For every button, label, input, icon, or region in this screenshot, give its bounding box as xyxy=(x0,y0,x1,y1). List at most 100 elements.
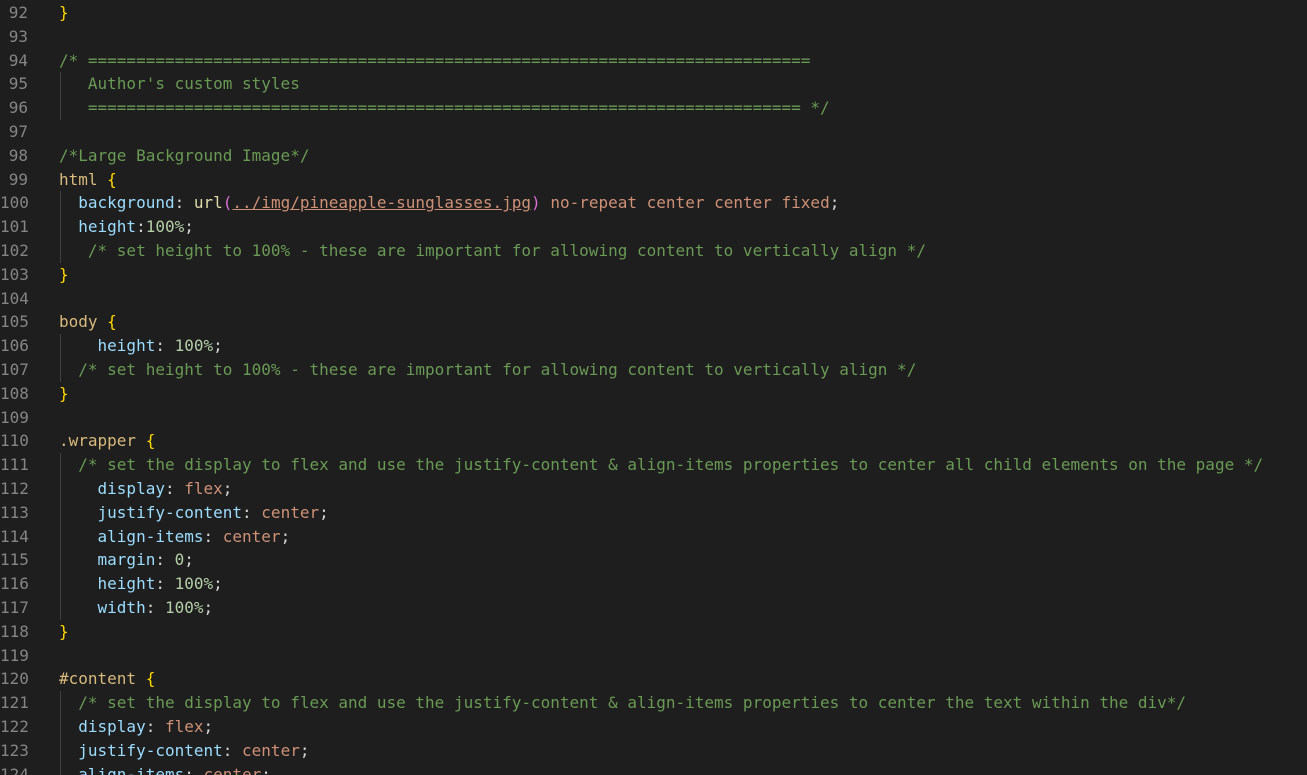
code-text[interactable]: /* set the display to flex and use the j… xyxy=(59,691,1307,715)
code-text[interactable]: background: url(../img/pineapple-sunglas… xyxy=(59,191,1307,215)
code-line[interactable]: 94 /* ===================================… xyxy=(0,49,1307,73)
code-text[interactable]: /* set height to 100% - these are import… xyxy=(59,358,1307,382)
code-line[interactable]: 93 xyxy=(0,25,1307,49)
code-token: ../img/pineapple-sunglasses.jpg xyxy=(232,193,532,213)
code-token: align-items xyxy=(97,526,204,546)
code-line[interactable]: 97 xyxy=(0,120,1307,144)
code-token: ; xyxy=(319,502,329,522)
code-line[interactable]: 116 height: 100%; xyxy=(0,572,1307,596)
code-token: width xyxy=(97,597,146,617)
code-text[interactable]: /* set height to 100% - these are import… xyxy=(59,239,1307,263)
code-text[interactable]: } xyxy=(59,263,1307,287)
code-line[interactable]: 117 width: 100%; xyxy=(0,595,1307,620)
code-text[interactable]: margin: 0; xyxy=(59,548,1307,572)
code-line[interactable]: 121 /* set the display to flex and use t… xyxy=(0,691,1307,715)
code-text[interactable]: display: flex; xyxy=(59,477,1307,501)
code-text[interactable]: height:100%; xyxy=(59,215,1307,239)
code-text[interactable]: } xyxy=(59,382,1307,406)
code-token: ; xyxy=(203,716,214,736)
code-text[interactable]: #content { xyxy=(59,667,1307,691)
code-token: { xyxy=(107,312,117,332)
code-text[interactable]: justify-content: center; xyxy=(59,501,1307,525)
code-token: flex xyxy=(184,478,223,498)
code-token: ; xyxy=(213,574,223,594)
code-line[interactable]: 100 background: url(../img/pineapple-sun… xyxy=(0,191,1307,216)
code-line[interactable]: 104 xyxy=(0,287,1307,311)
code-line[interactable]: 124 align-items: center; xyxy=(0,762,1307,775)
code-line[interactable]: 115 margin: 0; xyxy=(0,548,1307,573)
code-text[interactable]: height: 100%; xyxy=(59,334,1307,358)
code-line[interactable]: 95 Author's custom styles xyxy=(0,72,1307,97)
code-text[interactable]: /*Large Background Image*/ xyxy=(59,144,1307,168)
code-token: flex xyxy=(164,716,204,736)
code-editor[interactable]: 92} 93 94 /* ==============================… xyxy=(0,0,1307,775)
code-line[interactable]: 114 align-items: center; xyxy=(0,524,1307,549)
code-line[interactable]: 120 #content { xyxy=(0,667,1307,691)
line-number: 101 xyxy=(0,217,29,237)
code-text[interactable]: Author's custom styles xyxy=(59,72,1307,96)
code-line[interactable]: 123 justify-content: center; xyxy=(0,738,1307,763)
code-line[interactable]: 107 /* set height to 100% - these are im… xyxy=(0,357,1307,382)
code-line[interactable]: 101 height:100%; xyxy=(0,215,1307,239)
code-text[interactable]: height: 100%; xyxy=(59,572,1307,596)
code-token: /* =====================================… xyxy=(59,50,811,70)
code-token: : xyxy=(155,336,175,356)
line-number: 110 xyxy=(0,431,29,451)
line-number: 94 xyxy=(8,50,28,70)
line-number: 108 xyxy=(0,383,29,403)
code-token: : xyxy=(155,550,175,570)
line-number: 113 xyxy=(0,502,29,522)
code-text[interactable]: display: flex; xyxy=(59,715,1307,739)
code-token: ; xyxy=(222,478,233,498)
code-text[interactable]: html { xyxy=(59,168,1307,192)
code-line[interactable]: 122 display: flex; xyxy=(0,714,1307,739)
code-text[interactable]: width: 100%; xyxy=(59,596,1307,620)
code-text[interactable]: /* =====================================… xyxy=(59,49,1307,73)
code-token: center xyxy=(646,193,705,213)
code-token: : xyxy=(184,764,204,775)
code-line[interactable]: 96 =====================================… xyxy=(0,96,1307,120)
code-text[interactable]: .wrapper { xyxy=(59,429,1307,453)
code-token: : xyxy=(145,716,165,736)
code-text[interactable]: body { xyxy=(59,310,1307,334)
code-token: 100% xyxy=(174,574,214,594)
code-token: justify-content xyxy=(78,740,223,760)
code-line[interactable]: 92} xyxy=(0,1,1307,25)
line-number: 119 xyxy=(0,645,29,665)
code-token: } xyxy=(59,3,69,22)
code-token: 100% xyxy=(164,597,204,617)
code-text[interactable]: justify-content: center; xyxy=(59,739,1307,763)
code-line[interactable]: 108} xyxy=(0,382,1307,406)
code-token: body xyxy=(59,312,108,332)
code-line[interactable]: 112 display: flex; xyxy=(0,476,1307,501)
code-line[interactable]: 98 /*Large Background Image*/ xyxy=(0,144,1307,168)
code-text[interactable]: align-items: center; xyxy=(59,763,1307,775)
code-text[interactable]: ========================================… xyxy=(59,96,1307,120)
code-text[interactable]: } xyxy=(59,1,1307,25)
code-line[interactable]: 105 body { xyxy=(0,310,1307,334)
code-line[interactable]: 102 /* set height to 100% - these are im… xyxy=(0,238,1307,263)
code-token: ( xyxy=(222,193,233,213)
code-line[interactable]: 109 xyxy=(0,406,1307,430)
code-token: 100% xyxy=(174,336,214,356)
line-number: 121 xyxy=(0,693,29,713)
code-line[interactable]: 119 xyxy=(0,644,1307,668)
code-line[interactable]: 113 justify-content: center; xyxy=(0,500,1307,525)
code-token: /* set the display to flex and use the j… xyxy=(59,693,1187,713)
code-line[interactable]: 103} xyxy=(0,263,1307,287)
code-line[interactable]: 110 .wrapper { xyxy=(0,429,1307,453)
code-text[interactable]: /* set the display to flex and use the j… xyxy=(59,453,1307,477)
code-text[interactable]: } xyxy=(59,620,1307,644)
code-token: center xyxy=(203,764,262,775)
code-lines[interactable]: 92} 93 94 /* ==============================… xyxy=(0,1,1307,775)
code-line[interactable]: 99 html { xyxy=(0,168,1307,192)
code-line[interactable]: 118} xyxy=(0,620,1307,644)
line-number: 118 xyxy=(0,621,29,641)
code-line[interactable]: 111 /* set the display to flex and use t… xyxy=(0,453,1307,477)
code-line[interactable]: 106 height: 100%; xyxy=(0,334,1307,358)
code-text[interactable]: align-items: center; xyxy=(59,525,1307,549)
code-token: justify-content xyxy=(97,502,243,522)
line-number: 93 xyxy=(8,26,28,46)
